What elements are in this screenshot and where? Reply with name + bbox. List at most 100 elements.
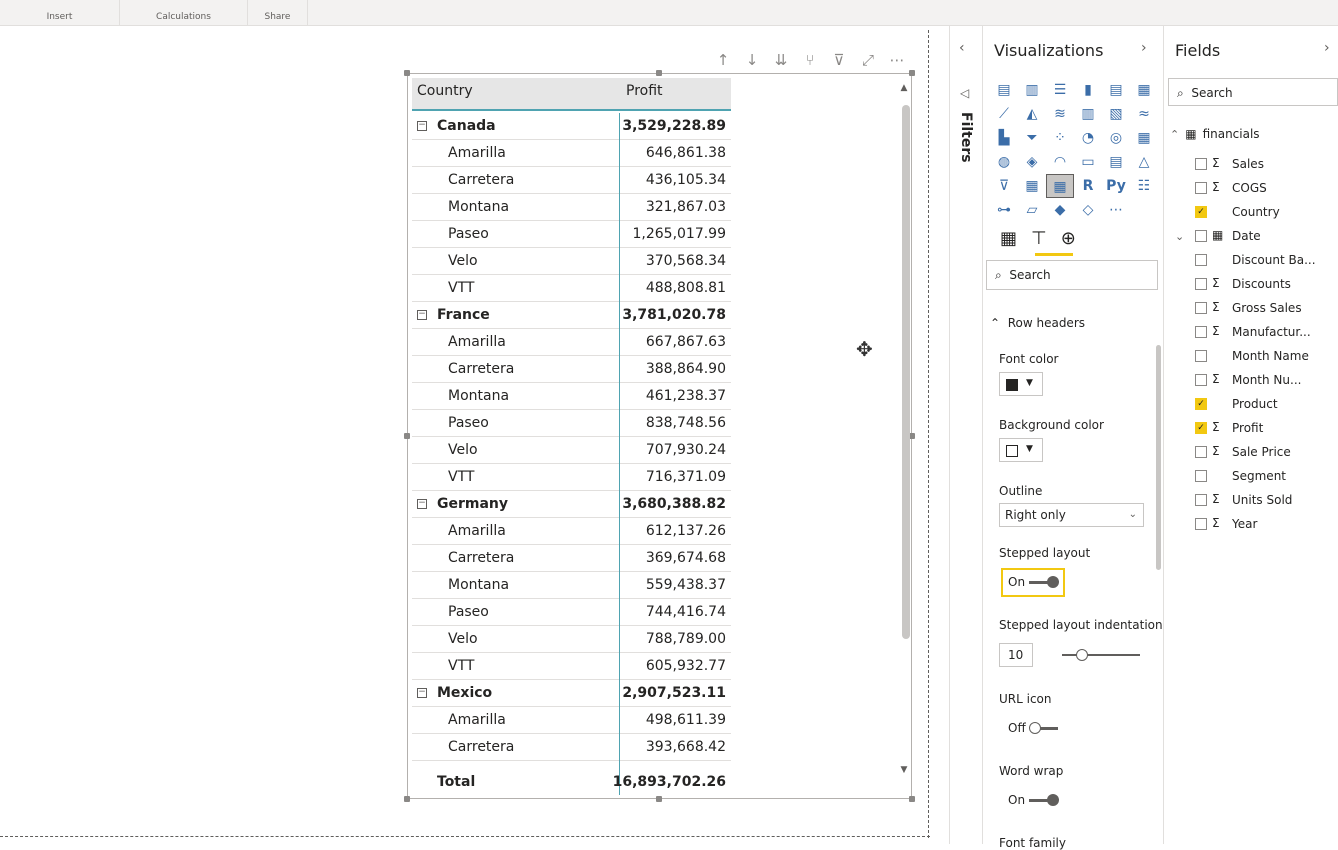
field-item[interactable]: Σ Month Nu... [1195,371,1335,391]
field-checkbox[interactable]: ✓ [1195,422,1207,434]
matrix-child-row[interactable]: Amarilla 667,867.63 [412,329,731,356]
ribbon-group-share[interactable]: Share [248,0,308,26]
field-item[interactable]: Month Name [1195,347,1335,367]
field-item[interactable]: Σ Year [1195,515,1335,535]
more-options-icon[interactable]: ⋯ [888,52,906,68]
arcgis-map-icon[interactable]: ◆ [1046,198,1074,222]
field-item[interactable]: ✓ Country [1195,203,1335,223]
field-item[interactable]: Discount Ba... [1195,251,1335,271]
field-item[interactable]: Σ COGS [1195,179,1335,199]
stepped-layout-toggle[interactable]: On [1008,575,1060,589]
url-icon-toggle[interactable]: Off [1008,721,1058,735]
field-checkbox[interactable] [1195,158,1207,170]
format-search-input[interactable]: ⌕ Search [986,260,1158,290]
field-checkbox[interactable] [1195,302,1207,314]
slicer-icon[interactable]: ⊽ [990,174,1018,198]
scatter-chart-icon[interactable]: ⁘ [1046,126,1074,150]
line-and-clustered-column-chart-icon[interactable]: ▧ [1102,102,1130,126]
area-chart-icon[interactable]: ◭ [1018,102,1046,126]
field-checkbox[interactable] [1195,182,1207,194]
fields-well-icon[interactable]: ▦ [1000,228,1017,249]
matrix-child-row[interactable]: Velo 788,789.00 [412,626,731,653]
stacked-bar-chart-icon[interactable]: ▤ [990,78,1018,102]
matrix-child-row[interactable]: Carretera 393,668.42 [412,734,731,761]
expand-fields-icon[interactable]: › [1324,40,1330,56]
matrix-child-row[interactable]: Paseo 744,416.74 [412,599,731,626]
field-checkbox[interactable] [1195,350,1207,362]
resize-handle[interactable] [909,796,915,802]
expand-date-icon[interactable]: ⌄ [1175,230,1184,243]
matrix-parent-row[interactable]: − France 3,781,020.78 [412,302,731,329]
key-influencers-icon[interactable]: ☷ [1130,174,1158,198]
gauge-icon[interactable]: ◠ [1046,150,1074,174]
more-visuals-icon[interactable]: ⋯ [1102,198,1130,222]
resize-handle[interactable] [404,433,410,439]
focus-mode-icon[interactable]: ⤢ [859,52,877,68]
indentation-input[interactable]: 10 [999,643,1033,667]
field-checkbox[interactable] [1195,278,1207,290]
format-paint-roller-icon[interactable]: ⊤ [1031,228,1047,249]
funnel-icon[interactable]: ⏷ [1018,126,1046,150]
field-item[interactable]: ✓ Σ Profit [1195,419,1335,439]
matrix-child-row[interactable]: Carretera 436,105.34 [412,167,731,194]
multi-row-card-icon[interactable]: ▤ [1102,150,1130,174]
collapse-filters-icon[interactable]: ‹ [959,40,965,56]
indentation-slider[interactable] [1062,649,1140,661]
field-item[interactable]: ▦ Date [1195,227,1335,247]
background-color-picker[interactable]: ▼ [999,438,1043,462]
filters-label[interactable]: Filters [958,112,974,163]
filled-map-icon[interactable]: ◈ [1018,150,1046,174]
100-stacked-column-chart-icon[interactable]: ▦ [1130,78,1158,102]
field-checkbox[interactable] [1195,470,1207,482]
field-checkbox[interactable] [1195,446,1207,458]
drill-down-icon[interactable]: ↓ [743,52,761,68]
decomposition-tree-icon[interactable]: ⊶ [990,198,1018,222]
qa-icon[interactable]: ▱ [1018,198,1046,222]
pie-chart-icon[interactable]: ◔ [1074,126,1102,150]
r-visual-icon[interactable]: R [1074,174,1102,198]
resize-handle[interactable] [656,70,662,76]
stacked-area-chart-icon[interactable]: ≋ [1046,102,1074,126]
matrix-child-row[interactable]: Carretera 388,864.90 [412,356,731,383]
slider-knob[interactable] [1076,649,1088,661]
format-pane-scrollbar[interactable] [1156,345,1161,570]
matrix-scrollbar[interactable]: ▲ ▼ [898,83,910,777]
table-node-financials[interactable]: ⌃ ▦ financials [1170,127,1260,141]
matrix-child-row[interactable]: Montana 559,438.37 [412,572,731,599]
scroll-down-icon[interactable]: ▼ [898,765,910,775]
matrix-parent-row[interactable]: − Mexico 2,907,523.11 [412,680,731,707]
collapse-icon[interactable]: − [417,499,427,509]
matrix-icon[interactable]: ▦ [1046,174,1074,198]
matrix-child-row[interactable]: VTT 488,808.81 [412,275,731,302]
field-item[interactable]: Segment [1195,467,1335,487]
treemap-icon[interactable]: ▦ [1130,126,1158,150]
field-item[interactable]: Σ Units Sold [1195,491,1335,511]
table-icon[interactable]: ▦ [1018,174,1046,198]
ribbon-group-calculations[interactable]: Calculations [120,0,248,26]
matrix-child-row[interactable]: Paseo 1,265,017.99 [412,221,731,248]
expand-visualizations-icon[interactable]: › [1141,40,1147,56]
power-apps-icon[interactable]: ◇ [1074,198,1102,222]
matrix-child-row[interactable]: Carretera 369,674.68 [412,545,731,572]
word-wrap-toggle[interactable]: On [1008,793,1060,807]
font-color-picker[interactable]: ▼ [999,372,1043,396]
waterfall-chart-icon[interactable]: ▙ [990,126,1018,150]
matrix-child-row[interactable]: VTT 716,371.09 [412,464,731,491]
matrix-child-row[interactable]: Velo 707,930.24 [412,437,731,464]
header-country[interactable]: Country [417,83,473,99]
resize-handle[interactable] [404,796,410,802]
field-checkbox[interactable] [1195,494,1207,506]
scroll-up-icon[interactable]: ▲ [898,83,910,93]
card-icon[interactable]: ▭ [1074,150,1102,174]
ribbon-chart-icon[interactable]: ≈ [1130,102,1158,126]
expand-hierarchy-icon[interactable]: ⑂ [801,52,819,68]
matrix-child-row[interactable]: Montana 461,238.37 [412,383,731,410]
outline-dropdown[interactable]: Right only ⌄ [999,503,1144,527]
matrix-child-row[interactable]: Paseo 838,748.56 [412,410,731,437]
ribbon-group-insert[interactable]: Insert [0,0,120,26]
scroll-thumb[interactable] [902,105,910,639]
matrix-parent-row[interactable]: − Canada 3,529,228.89 [412,113,731,140]
stacked-column-chart-icon[interactable]: ▥ [1018,78,1046,102]
field-checkbox[interactable] [1195,254,1207,266]
field-checkbox[interactable] [1195,326,1207,338]
